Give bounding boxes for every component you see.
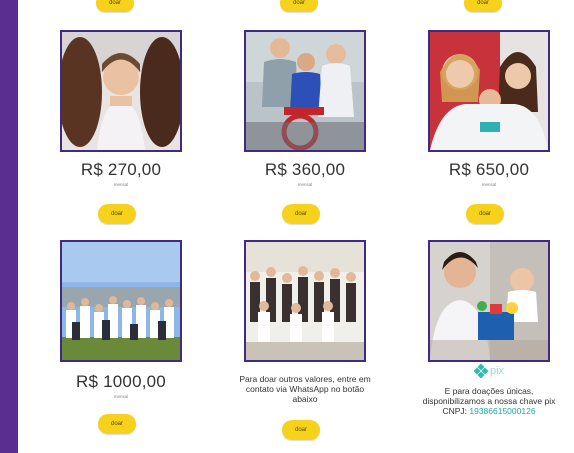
pix-note: E para doações únicas, disponibilizamos … (414, 386, 564, 416)
price-1: R$ 270,00 (80, 160, 162, 179)
period-label-2: mensal (297, 182, 313, 187)
pix-logo-text: pix (490, 365, 505, 377)
price-4: R$ 1000,00 (76, 372, 166, 391)
donation-panel: doar doar doar R$ 270,00 mensal doar R$ … (18, 0, 574, 453)
donation-photo-3 (428, 30, 550, 152)
period-label-1: mensal (113, 182, 129, 187)
pix-icon (474, 364, 488, 378)
donate-button-top-3[interactable]: doar (464, 0, 502, 12)
donation-photo-1 (60, 30, 182, 152)
pix-logo: pix (474, 364, 504, 378)
whatsapp-note: Para doar outros valores, entre em conta… (239, 374, 371, 404)
donate-button-top-1[interactable]: doar (96, 0, 134, 12)
donation-photo-6 (428, 240, 550, 362)
donate-button-3[interactable]: doar (466, 204, 504, 224)
donate-button-4[interactable]: doar (98, 414, 136, 434)
donation-photo-2 (244, 30, 366, 152)
price-2: R$ 360,00 (264, 160, 346, 179)
donate-button-top-2[interactable]: doar (280, 0, 318, 12)
price-3: R$ 650,00 (448, 160, 530, 179)
whatsapp-donate-button[interactable]: doar (282, 420, 320, 440)
donation-photo-5 (244, 240, 366, 362)
period-label-4: mensal (113, 394, 129, 399)
donate-button-1[interactable]: doar (98, 204, 136, 224)
pix-key[interactable]: 19386615000126 (469, 406, 535, 416)
donation-photo-4 (60, 240, 182, 362)
donate-button-2[interactable]: doar (282, 204, 320, 224)
period-label-3: mensal (481, 182, 497, 187)
